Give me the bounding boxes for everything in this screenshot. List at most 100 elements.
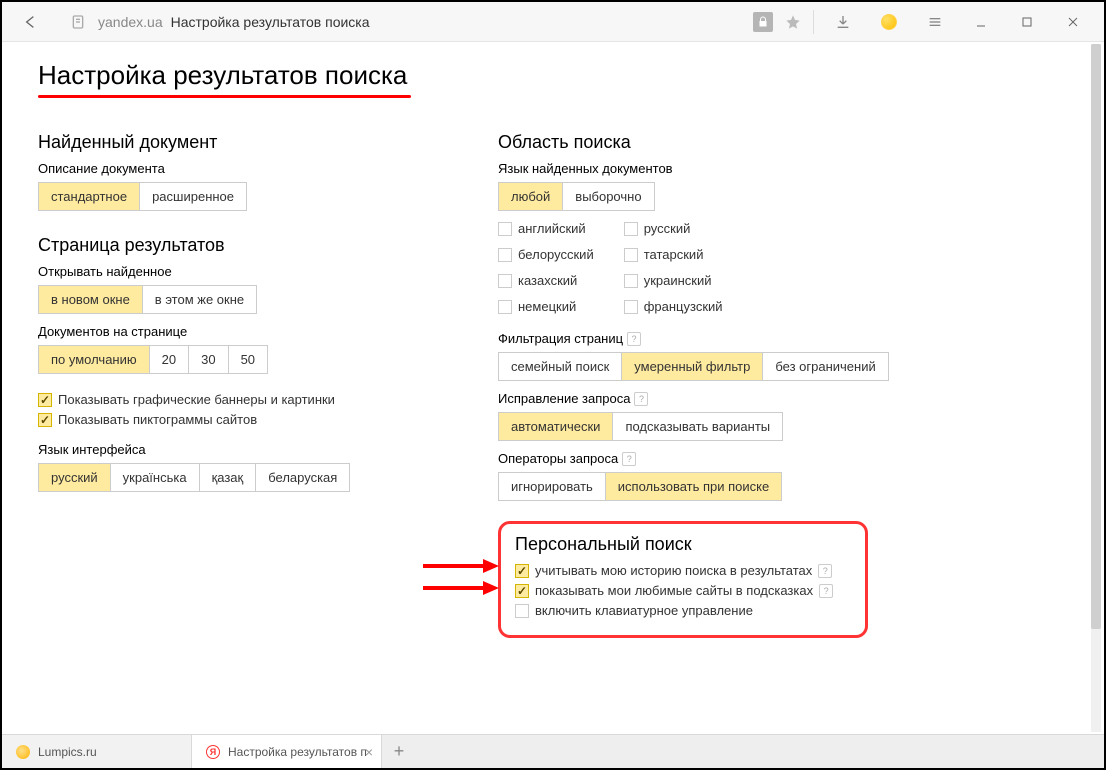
annotation-arrow (423, 580, 499, 596)
annotation-underline (38, 95, 411, 98)
chk-lang-en[interactable]: английский (498, 221, 594, 236)
page-content: Настройка результатов поиска Найденный д… (2, 42, 1104, 738)
opt-new-window[interactable]: в новом окне (39, 286, 143, 313)
url-domain: yandex.ua (98, 14, 163, 30)
help-icon[interactable]: ? (622, 452, 636, 466)
site-info-icon[interactable] (66, 2, 90, 42)
maximize-button[interactable] (1004, 2, 1050, 42)
opt-kk[interactable]: қазақ (200, 464, 257, 491)
chk-history[interactable]: учитывать мою историю поиска в результат… (515, 563, 851, 578)
checkbox-icon (624, 222, 638, 236)
checkbox-icon (515, 604, 529, 618)
vertical-scrollbar[interactable] (1091, 44, 1101, 732)
checkbox-icon (498, 222, 512, 236)
opt-standard[interactable]: стандартное (39, 183, 140, 210)
checkbox-icon (624, 274, 638, 288)
seg-open-found: в новом окне в этом же окне (38, 285, 257, 314)
page-title: Настройка результатов поиска (38, 60, 1068, 91)
opt-20[interactable]: 20 (150, 346, 189, 373)
checkbox-icon (624, 248, 638, 262)
opt-extended[interactable]: расширенное (140, 183, 246, 210)
label-per-page: Документов на странице (38, 324, 438, 339)
chk-lang-kk[interactable]: казахский (498, 273, 594, 288)
annotation-arrow (423, 558, 499, 574)
opt-any[interactable]: любой (499, 183, 563, 210)
back-button[interactable] (10, 2, 50, 42)
label-correction: Исправление запроса? (498, 391, 918, 406)
opt-default[interactable]: по умолчанию (39, 346, 150, 373)
chk-lang-tt[interactable]: татарский (624, 247, 723, 262)
url-title: Настройка результатов поиска (171, 14, 370, 30)
opt-family[interactable]: семейный поиск (499, 353, 622, 380)
label-docs-lang: Язык найденных документов (498, 161, 918, 176)
section-personal: Персональный поиск (515, 534, 851, 555)
left-column: Найденный документ Описание документа ст… (38, 118, 438, 638)
lock-icon[interactable] (753, 12, 773, 32)
favicon-icon: Я (206, 745, 220, 759)
address-bar[interactable]: yandex.ua Настройка результатов поиска (90, 14, 753, 30)
seg-docs-lang: любой выборочно (498, 182, 655, 211)
help-icon[interactable]: ? (627, 332, 641, 346)
seg-correction: автоматически подсказывать варианты (498, 412, 783, 441)
opt-be[interactable]: беларуская (256, 464, 349, 491)
checkbox-icon (515, 584, 529, 598)
section-search-area: Область поиска (498, 132, 918, 153)
opt-select[interactable]: выборочно (563, 183, 653, 210)
checkbox-icon (498, 248, 512, 262)
checkbox-icon (515, 564, 529, 578)
right-column: Область поиска Язык найденных документов… (498, 118, 918, 638)
favicon-icon (16, 745, 30, 759)
label-ui-lang: Язык интерфейса (38, 442, 438, 457)
tab-yandex-settings[interactable]: Я Настройка результатов п × (192, 735, 382, 768)
chk-lang-uk[interactable]: украинский (624, 273, 723, 288)
opt-50[interactable]: 50 (229, 346, 267, 373)
new-tab-button[interactable]: + (382, 735, 416, 768)
checkbox-icon (498, 300, 512, 314)
chk-lang-be[interactable]: белорусский (498, 247, 594, 262)
section-found-document: Найденный документ (38, 132, 438, 153)
checkbox-icon (38, 413, 52, 427)
opt-uk[interactable]: українська (111, 464, 200, 491)
chk-favicons[interactable]: Показывать пиктограммы сайтов (38, 412, 438, 427)
lang-checkbox-grid: английский белорусский казахский немецки… (498, 221, 918, 319)
minimize-button[interactable] (958, 2, 1004, 42)
close-tab-icon[interactable]: × (365, 744, 373, 760)
browser-toolbar: yandex.ua Настройка результатов поиска (2, 2, 1104, 42)
opt-same-window[interactable]: в этом же окне (143, 286, 256, 313)
seg-doc-description: стандартное расширенное (38, 182, 247, 211)
help-icon[interactable]: ? (634, 392, 648, 406)
opt-use[interactable]: использовать при поиске (606, 473, 781, 500)
help-icon[interactable]: ? (818, 564, 832, 578)
personal-search-highlight: Персональный поиск учитывать мою историю… (498, 521, 868, 638)
help-icon[interactable]: ? (819, 584, 833, 598)
opt-ignore[interactable]: игнорировать (499, 473, 606, 500)
chk-lang-ru[interactable]: русский (624, 221, 723, 236)
close-window-button[interactable] (1050, 2, 1096, 42)
chk-lang-fr[interactable]: французский (624, 299, 723, 314)
chk-keyboard[interactable]: включить клавиатурное управление (515, 603, 851, 618)
opt-suggest[interactable]: подсказывать варианты (613, 413, 782, 440)
chk-lang-de[interactable]: немецкий (498, 299, 594, 314)
checkbox-icon (624, 300, 638, 314)
checkbox-icon (498, 274, 512, 288)
seg-operators: игнорировать использовать при поиске (498, 472, 782, 501)
seg-ui-lang: русский українська қазақ беларуская (38, 463, 350, 492)
label-filter: Фильтрация страниц? (498, 331, 918, 346)
star-icon[interactable] (779, 2, 807, 42)
menu-icon[interactable] (912, 2, 958, 42)
extension-icon[interactable] (866, 2, 912, 42)
tab-lumpics[interactable]: Lumpics.ru (2, 735, 192, 768)
section-results-page: Страница результатов (38, 235, 438, 256)
chk-banners[interactable]: Показывать графические баннеры и картинк… (38, 392, 438, 407)
opt-none[interactable]: без ограничений (763, 353, 887, 380)
label-open-found: Открывать найденное (38, 264, 438, 279)
opt-auto[interactable]: автоматически (499, 413, 613, 440)
opt-30[interactable]: 30 (189, 346, 228, 373)
chk-favorites[interactable]: показывать мои любимые сайты в подсказка… (515, 583, 851, 598)
seg-filter: семейный поиск умеренный фильтр без огра… (498, 352, 889, 381)
download-icon[interactable] (820, 2, 866, 42)
opt-ru[interactable]: русский (39, 464, 111, 491)
tab-bar: Lumpics.ru Я Настройка результатов п × + (2, 734, 1104, 768)
opt-moderate[interactable]: умеренный фильтр (622, 353, 763, 380)
scrollbar-thumb[interactable] (1091, 44, 1101, 629)
